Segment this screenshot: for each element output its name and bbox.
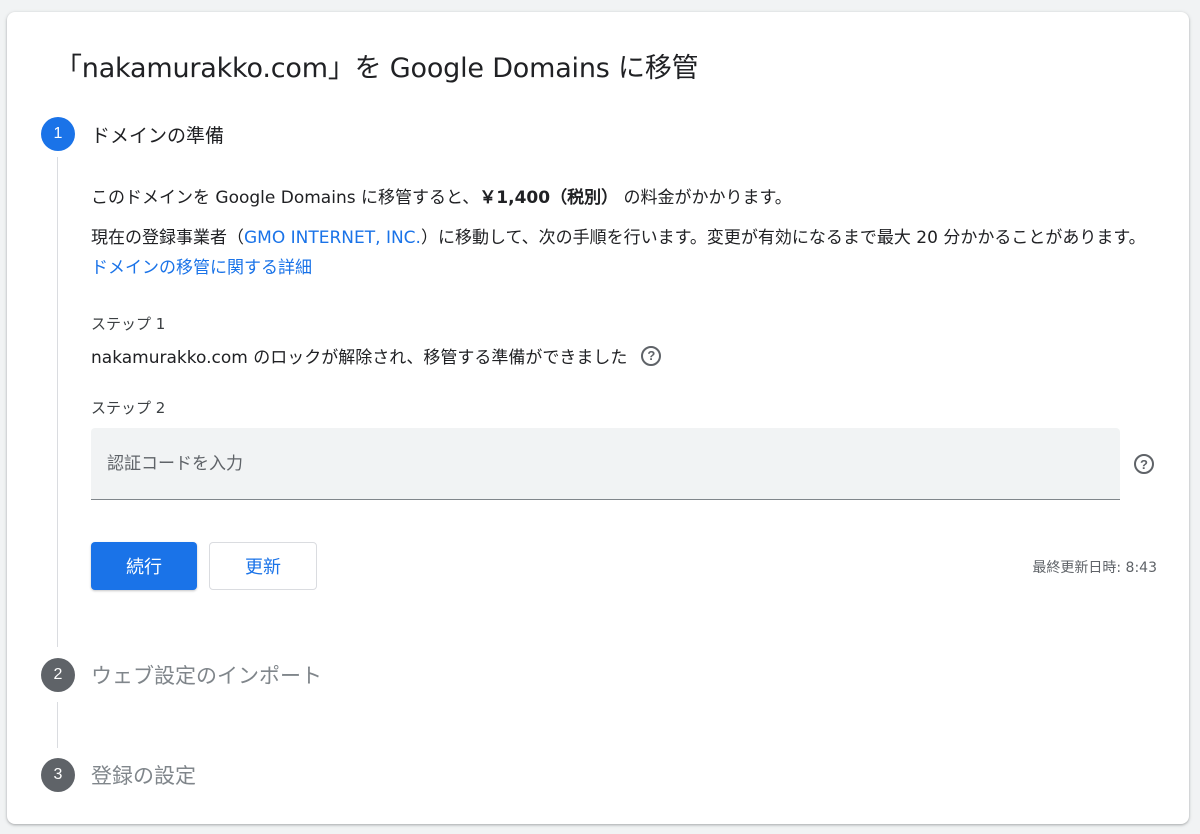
registrar-name: GMO INTERNET, INC.	[244, 228, 421, 248]
intro-line-1-prefix: このドメインを Google Domains に移管すると、	[91, 188, 480, 208]
step-connector-2	[57, 702, 58, 748]
intro-line-2-prefix: 現在の登録事業者（	[91, 228, 244, 248]
step-3-header[interactable]: 3 登録の設定	[41, 758, 196, 792]
help-circle-icon[interactable]: ?	[641, 345, 662, 366]
last-updated: 最終更新日時: 8:43	[1032, 560, 1157, 576]
substep-1-label: ステップ 1	[91, 315, 166, 333]
auth-code-input[interactable]	[91, 428, 1120, 499]
page-title: 「nakamurakko.com」を Google Domains に移管	[55, 53, 699, 84]
intro-line-2-suffix: ）に移動して、次の手順を行います。変更が有効になるまで最大 20 分かかることが…	[420, 228, 1146, 248]
transfer-details-link[interactable]: ドメインの移管に関する詳細	[91, 258, 312, 278]
intro-line-2: 現在の登録事業者（GMO INTERNET, INC.）に移動して、次の手順を行…	[91, 223, 1151, 283]
transfer-card: 「nakamurakko.com」を Google Domains に移管 1 …	[7, 12, 1189, 824]
refresh-button[interactable]: 更新	[209, 542, 317, 590]
step-connector-1	[57, 157, 58, 647]
continue-button[interactable]: 続行	[91, 542, 197, 590]
step-1-label: ドメインの準備	[91, 124, 225, 147]
help-circle-icon[interactable]: ?	[1134, 454, 1154, 474]
step-1-header: 1 ドメインの準備	[41, 117, 224, 151]
intro-line-1-suffix: の料金がかかります。	[618, 188, 792, 208]
substep-2-label: ステップ 2	[91, 399, 166, 417]
step-2-header[interactable]: 2 ウェブ設定のインポート	[41, 658, 322, 692]
transfer-price: ￥1,400（税別）	[479, 188, 619, 208]
step-3-label: 登録の設定	[91, 764, 196, 788]
step-3-number: 3	[41, 758, 75, 792]
step-1-number: 1	[41, 117, 75, 151]
step-2-number: 2	[41, 658, 75, 692]
lock-status-text: nakamurakko.com のロックが解除され、移管する準備ができました	[91, 348, 628, 368]
auth-code-field	[91, 428, 1120, 500]
step-2-label: ウェブ設定のインポート	[91, 664, 322, 688]
lock-status: nakamurakko.com のロックが解除され、移管する準備ができました ?	[91, 343, 662, 368]
intro-line-1: このドメインを Google Domains に移管すると、￥1,400（税別）…	[91, 183, 1151, 213]
